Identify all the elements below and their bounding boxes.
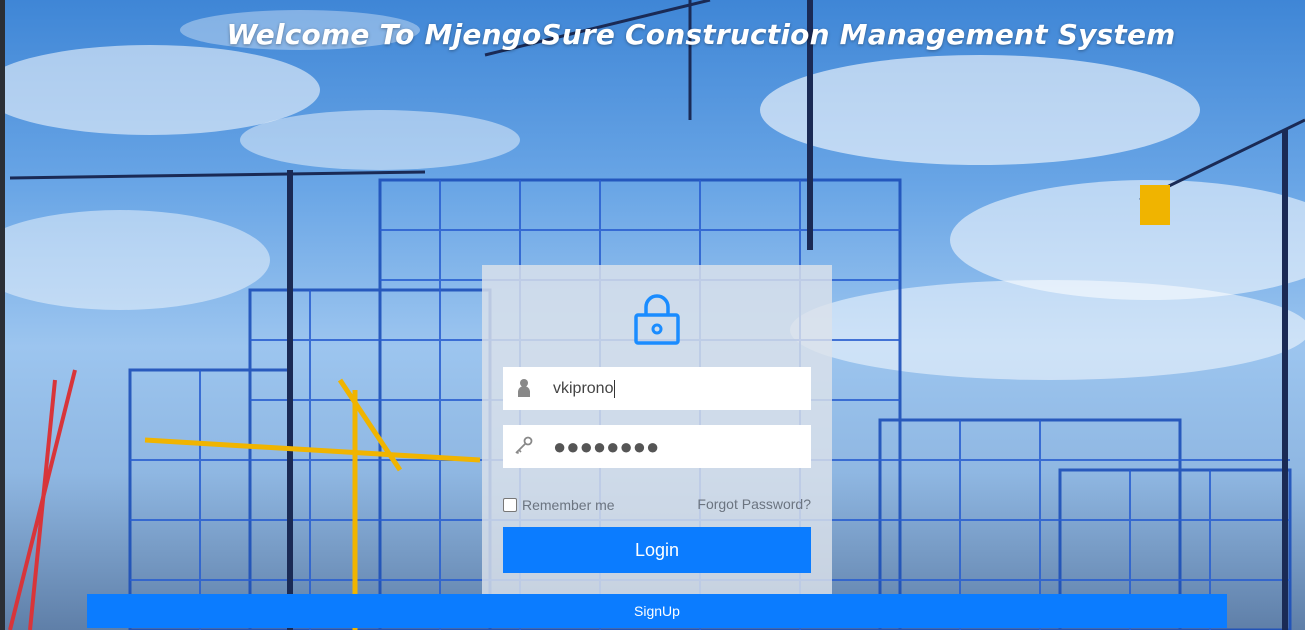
forgot-password-link[interactable]: Forgot Password? (697, 496, 811, 512)
remember-me-label[interactable]: Remember me (522, 497, 615, 513)
user-icon (518, 379, 530, 397)
lock-icon (634, 294, 680, 345)
text-cursor (614, 379, 616, 398)
welcome-heading: Welcome To MjengoSure Construction Manag… (226, 18, 1176, 51)
remember-me-row: Remember me (503, 496, 615, 514)
signup-button[interactable]: SignUp (87, 594, 1227, 628)
key-icon (515, 436, 533, 455)
remember-me-checkbox[interactable] (503, 498, 517, 512)
login-button[interactable]: Login (503, 527, 811, 573)
username-value: vkiprono (553, 380, 614, 397)
username-field[interactable]: vkiprono (503, 367, 811, 410)
password-value: ●●●●●●●● (553, 434, 660, 459)
login-page: Welcome To MjengoSure Construction Manag… (0, 0, 1305, 630)
password-field[interactable]: ●●●●●●●● (503, 425, 811, 468)
window-edge (0, 0, 5, 630)
login-panel: vkiprono ●●●●●●●● Remember me Forgot Pas… (482, 265, 832, 605)
